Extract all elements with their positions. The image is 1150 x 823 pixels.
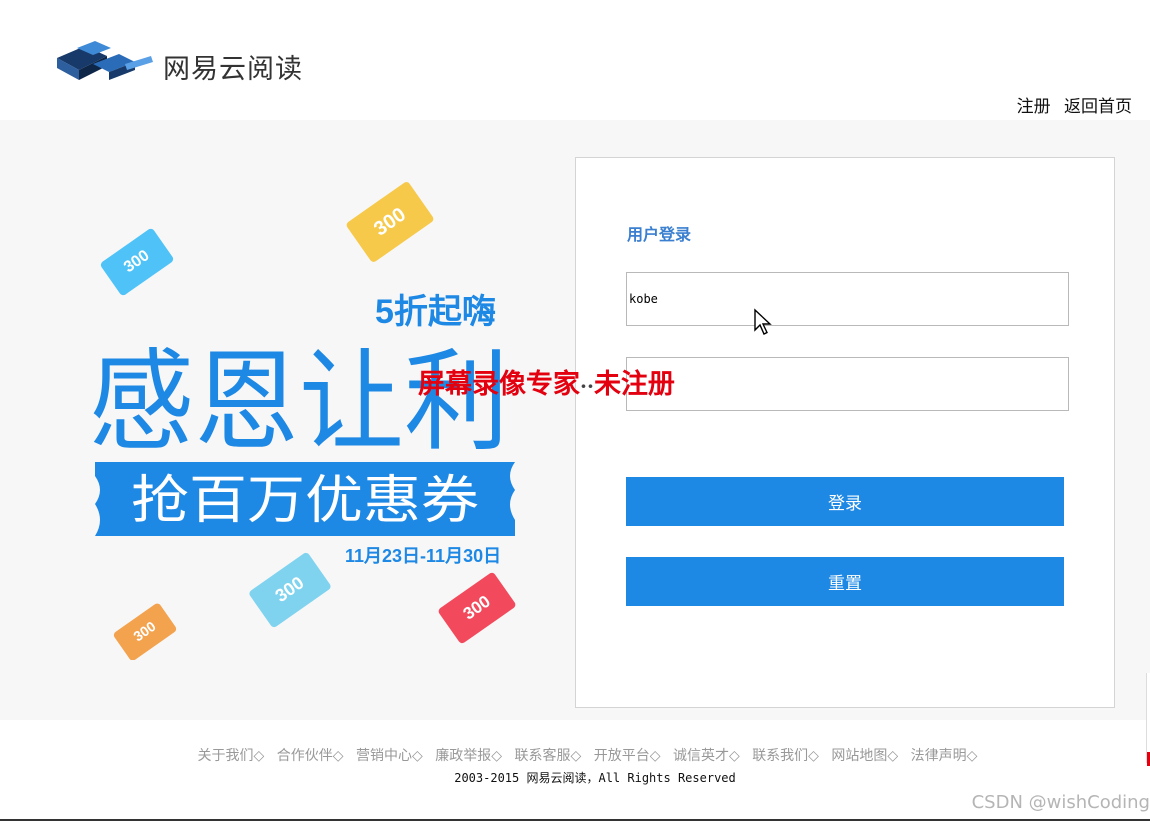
promo-headline: 感恩让利	[89, 341, 509, 464]
footer-link[interactable]: 网站地图◇	[831, 748, 898, 764]
register-link[interactable]: 注册	[1017, 97, 1051, 117]
logo-icon[interactable]	[55, 38, 155, 94]
footer-link[interactable]: 合作伙伴◇	[277, 748, 344, 764]
login-title: 用户登录	[627, 225, 692, 244]
site-header: 网易云阅读 注册 返回首页	[0, 0, 1150, 120]
promo-date-range: 11月23日-11月30日	[345, 546, 501, 566]
promo-banner: 300 300 300 300 300 5折起嗨 感恩让利 抢百万优惠券 11月…	[89, 182, 516, 660]
coupon-red-icon: 300	[438, 572, 516, 644]
login-panel: 用户登录 登录 重置	[575, 157, 1115, 708]
password-input[interactable]	[626, 357, 1069, 411]
coupon-orange-icon: 300	[113, 603, 177, 660]
footer-link[interactable]: 联系我们◇	[752, 748, 819, 764]
watermark-right: 未注册	[593, 369, 675, 400]
footer-link[interactable]: 开放平台◇	[594, 748, 661, 764]
side-tab[interactable]	[1146, 673, 1150, 763]
reset-button[interactable]: 重置	[626, 557, 1064, 606]
watermark-dots: ··	[580, 374, 594, 398]
recorder-watermark: 屏幕录像专家··未注册	[418, 362, 675, 401]
footer-link[interactable]: 廉政举报◇	[435, 748, 502, 764]
coupon-yellow-icon: 300	[346, 182, 434, 262]
csdn-watermark: CSDN @wishCoding	[971, 792, 1150, 813]
login-button[interactable]: 登录	[626, 477, 1064, 526]
footer-link[interactable]: 诚信英才◇	[673, 748, 740, 764]
bottom-divider	[0, 819, 1150, 821]
username-input[interactable]	[626, 272, 1069, 326]
footer-link[interactable]: 营销中心◇	[356, 748, 423, 764]
copyright: 2003-2015 网易云阅读，All Rights Reserved	[454, 771, 736, 785]
promo-ribbon-text: 抢百万优惠券	[131, 472, 479, 530]
footer-links: 关于我们◇ 合作伙伴◇ 营销中心◇ 廉政举报◇ 联系客服◇ 开放平台◇ 诚信英才…	[0, 745, 1150, 765]
header-links: 注册 返回首页	[1009, 92, 1132, 117]
footer-link[interactable]: 关于我们◇	[198, 748, 265, 764]
coupon-sky-icon: 300	[249, 552, 331, 628]
promo-subheadline: 5折起嗨	[375, 293, 496, 331]
brand-name: 网易云阅读	[163, 54, 303, 85]
footer-link[interactable]: 法律声明◇	[911, 748, 978, 764]
watermark-left: 屏幕录像专家	[418, 369, 580, 400]
mouse-cursor-icon	[754, 308, 772, 335]
home-link[interactable]: 返回首页	[1064, 97, 1132, 117]
footer-link[interactable]: 联系客服◇	[514, 748, 581, 764]
coupon-cyan-icon: 300	[100, 228, 174, 296]
